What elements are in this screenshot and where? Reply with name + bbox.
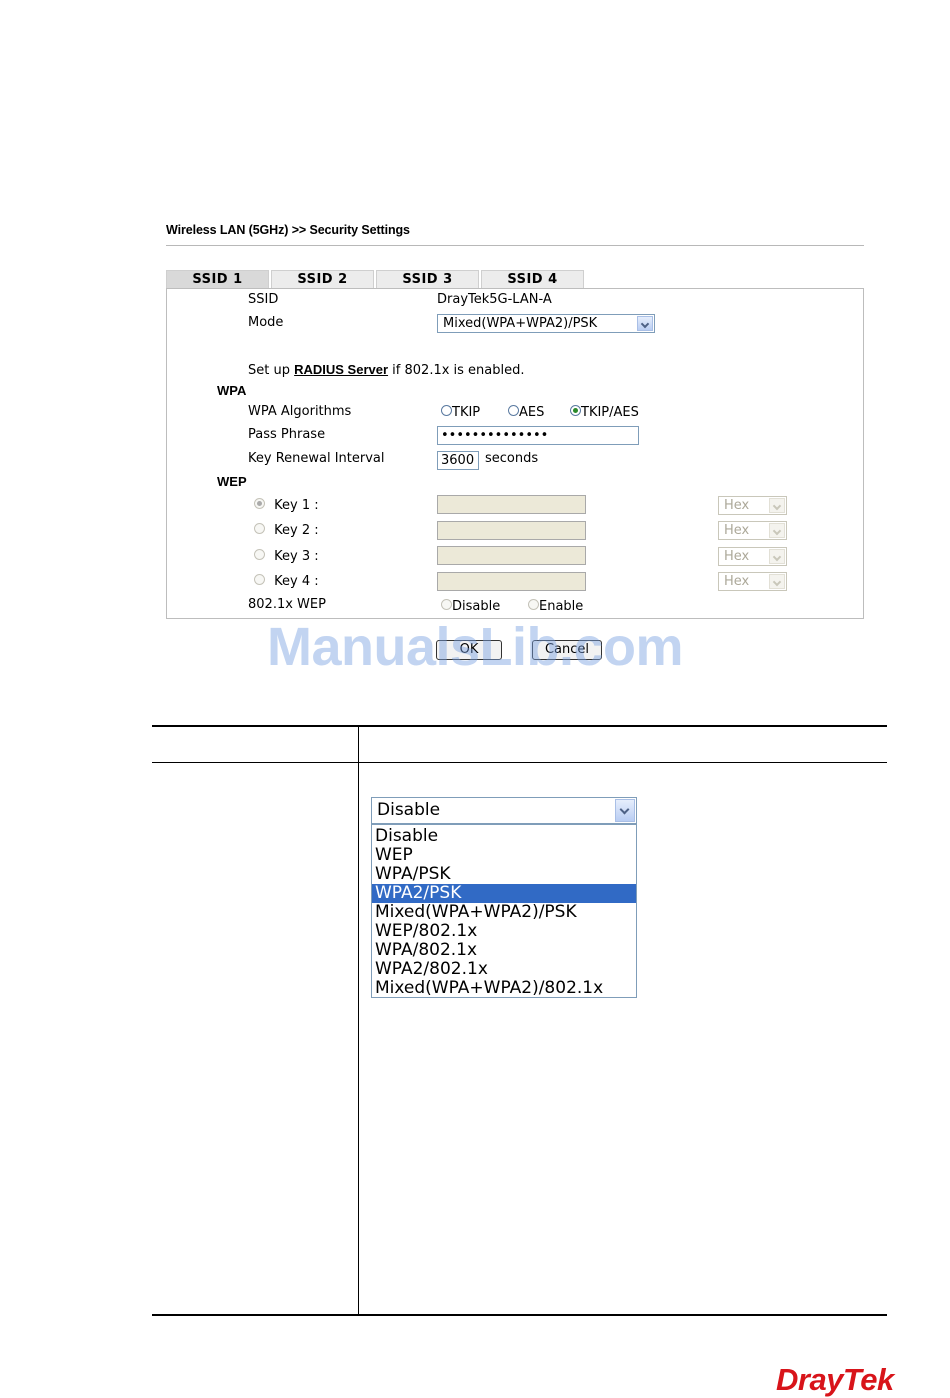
wep-key-2-label: Key 2 : <box>274 523 319 538</box>
breadcrumb: Wireless LAN (5GHz) >> Security Settings <box>166 223 410 237</box>
dropdown-option[interactable]: Disable <box>372 827 636 846</box>
wep-key-4-format-select[interactable]: Hex <box>718 572 787 591</box>
mode-label: Mode <box>248 315 284 330</box>
algo-aes-radio[interactable] <box>508 405 519 416</box>
watermark: ManualsLib.com <box>267 617 684 677</box>
wep-key-3-format-value: Hex <box>724 549 750 564</box>
wep-8021x-disable-option[interactable]: Disable <box>441 599 500 614</box>
wep-key-3-radio[interactable] <box>254 549 265 560</box>
wep-key-1-format-select[interactable]: Hex <box>718 496 787 515</box>
wep-key-2-option[interactable]: Key 2 : <box>254 523 319 538</box>
table-column-divider <box>358 725 359 1316</box>
mode-dropdown-illustration[interactable]: Disable <box>371 797 637 824</box>
algo-aes-option[interactable]: AES <box>508 405 544 420</box>
wpa-algorithms-label: WPA Algorithms <box>248 404 352 419</box>
key-renewal-unit: seconds <box>485 451 539 466</box>
wep-8021x-enable-option[interactable]: Enable <box>528 599 583 614</box>
key-renewal-input[interactable]: 3600 <box>437 451 479 470</box>
draytek-logo: DrayTek <box>776 1362 894 1397</box>
wep-key-2-radio[interactable] <box>254 523 265 534</box>
wep-key-2-format-select[interactable]: Hex <box>718 521 787 540</box>
algo-tkip-aes-radio[interactable] <box>570 405 581 416</box>
wep-key-1-format-value: Hex <box>724 498 750 513</box>
tab-ssid-1[interactable]: SSID 1 <box>166 270 269 288</box>
pass-phrase-label: Pass Phrase <box>248 427 326 442</box>
table-bottom-rule <box>152 1314 887 1316</box>
breadcrumb-divider <box>166 245 864 246</box>
algo-tkip-aes-label: TKIP/AES <box>581 405 639 420</box>
radius-note-prefix: Set up <box>248 363 295 378</box>
wep-key-4-label: Key 4 : <box>274 574 319 589</box>
dropdown-option[interactable]: WPA2/802.1x <box>372 960 636 979</box>
dropdown-option[interactable]: WEP <box>372 846 636 865</box>
key-renewal-label: Key Renewal Interval <box>248 451 385 466</box>
dropdown-option[interactable]: WEP/802.1x <box>372 922 636 941</box>
wep-key-3-format-select[interactable]: Hex <box>718 547 787 566</box>
chevron-down-icon <box>615 799 635 822</box>
table-top-rule <box>152 725 887 727</box>
wep-key-1-label: Key 1 : <box>274 498 319 513</box>
dropdown-option[interactable]: WPA/PSK <box>372 865 636 884</box>
chevron-down-icon <box>769 498 785 513</box>
wep-8021x-disable-label: Disable <box>452 599 501 614</box>
wep-key-4-option[interactable]: Key 4 : <box>254 574 319 589</box>
tab-ssid-3[interactable]: SSID 3 <box>376 270 479 288</box>
algo-tkip-option[interactable]: TKIP <box>441 405 480 420</box>
wep-key-4-input[interactable] <box>437 572 586 591</box>
radius-note: Set up RADIUS Server if 802.1x is enable… <box>248 362 525 378</box>
wep-key-3-input[interactable] <box>437 546 586 565</box>
wep-key-3-label: Key 3 : <box>274 549 319 564</box>
chevron-down-icon <box>769 523 785 538</box>
chevron-down-icon <box>769 574 785 589</box>
wpa-heading: WPA <box>217 383 247 398</box>
mode-select-value: Mixed(WPA+WPA2)/PSK <box>443 316 598 331</box>
wep-key-2-format-value: Hex <box>724 523 750 538</box>
wep-heading: WEP <box>217 474 247 489</box>
mode-dropdown-current: Disable <box>377 800 441 820</box>
table-header-rule <box>152 762 887 763</box>
dropdown-option[interactable]: Mixed(WPA+WPA2)/PSK <box>372 903 636 922</box>
mode-select[interactable]: Mixed(WPA+WPA2)/PSK <box>437 314 655 333</box>
ssid-tabs: SSID 1 SSID 2 SSID 3 SSID 4 <box>166 270 586 288</box>
wep-8021x-enable-label: Enable <box>539 599 584 614</box>
algo-tkip-radio[interactable] <box>441 405 452 416</box>
wep-8021x-disable-radio[interactable] <box>441 599 452 610</box>
wep-key-2-input[interactable] <box>437 521 586 540</box>
radius-server-link[interactable]: RADIUS Server <box>294 362 388 377</box>
wep-key-3-option[interactable]: Key 3 : <box>254 549 319 564</box>
wep-key-1-option[interactable]: Key 1 : <box>254 498 319 513</box>
radius-note-suffix: if 802.1x is enabled. <box>388 363 525 378</box>
tab-ssid-4[interactable]: SSID 4 <box>481 270 584 288</box>
algo-tkip-label: TKIP <box>452 405 481 420</box>
wep-8021x-label: 802.1x WEP <box>248 597 326 612</box>
dropdown-option[interactable]: Mixed(WPA+WPA2)/802.1x <box>372 979 636 998</box>
ssid-value: DrayTek5G-LAN-A <box>437 292 552 307</box>
wep-key-1-radio[interactable] <box>254 498 265 509</box>
dropdown-option-highlighted[interactable]: WPA2/PSK <box>372 884 636 903</box>
algo-tkip-aes-option[interactable]: TKIP/AES <box>570 405 639 420</box>
chevron-down-icon <box>769 549 785 564</box>
chevron-down-icon <box>637 316 653 331</box>
dropdown-option[interactable]: WPA/802.1x <box>372 941 636 960</box>
wep-8021x-enable-radio[interactable] <box>528 599 539 610</box>
wep-key-4-format-value: Hex <box>724 574 750 589</box>
algo-aes-label: AES <box>519 405 545 420</box>
ssid-label: SSID <box>248 292 279 307</box>
pass-phrase-input[interactable]: •••••••••••••• <box>437 426 639 445</box>
wep-key-1-input[interactable] <box>437 495 586 514</box>
wep-key-4-radio[interactable] <box>254 574 265 585</box>
mode-dropdown-list: Disable WEP WPA/PSK WPA2/PSK Mixed(WPA+W… <box>371 824 637 998</box>
tab-ssid-2[interactable]: SSID 2 <box>271 270 374 288</box>
